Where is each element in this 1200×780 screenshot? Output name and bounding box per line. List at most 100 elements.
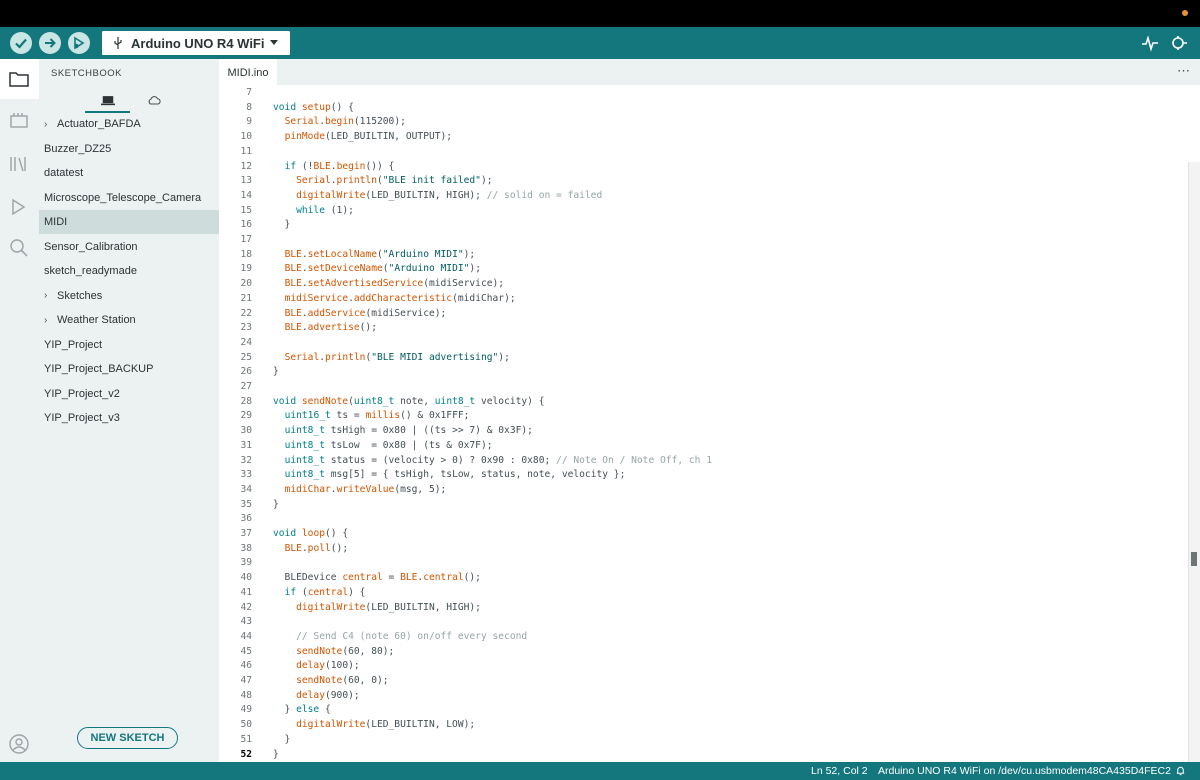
line-number: 14 (240, 189, 252, 201)
sketchbook-tab[interactable] (0, 59, 39, 99)
window-titlebar (0, 0, 1200, 27)
search-icon[interactable] (8, 237, 30, 259)
sidebar-item[interactable]: MIDI (39, 210, 219, 234)
status-bar: Ln 52, Col 2 Arduino UNO R4 WiFi on /dev… (0, 762, 1200, 780)
code-line: 20 BLE.setAdvertisedService(midiService)… (219, 277, 1179, 292)
sidebar-item[interactable]: YIP_Project (39, 333, 219, 357)
code-text: uint8_t tsLow = 0x80 | (ts & 0x7F); (284, 439, 493, 451)
line-number: 46 (240, 660, 252, 672)
sidebar-item[interactable]: › Sketches (39, 284, 219, 308)
sidebar-item[interactable]: YIP_Project_v2 (39, 382, 219, 406)
board-port-status: Arduino UNO R4 WiFi on /dev/cu.usbmodem4… (878, 765, 1171, 777)
code-text: // Send C4 (note 60) on/off every second (296, 630, 528, 642)
line-number: 47 (240, 675, 252, 686)
code-line: 12 if (!BLE.begin()) { (219, 160, 1179, 175)
cloud-sketchbook-tab[interactable] (131, 89, 176, 111)
sidebar-item-label: MIDI (44, 216, 68, 228)
debug-icon (74, 36, 85, 50)
code-text: digitalWrite(LED_BUILTIN, LOW); (296, 719, 476, 731)
code-line: 51 } (219, 733, 1179, 748)
sidebar-item[interactable]: Microscope_Telescope_Camera (39, 186, 219, 210)
code-text: BLEDevice central = BLE.central(); (273, 572, 481, 584)
editor-scrollbar[interactable] (1188, 162, 1200, 762)
local-sketchbook-tab[interactable] (85, 89, 130, 113)
line-number: 52 (240, 748, 252, 760)
more-options-icon[interactable]: ⋯ (1177, 63, 1190, 79)
toolbar: Arduino UNO R4 WiFi (0, 27, 1200, 59)
code-editor[interactable]: 7 8 void setup() {9 Serial.begin(115200); 1… (219, 85, 1200, 762)
upload-button[interactable] (39, 32, 61, 54)
code-line: 7 (219, 86, 1179, 101)
code-line: 48 delay(900); (219, 689, 1179, 704)
sidebar-item-label: Microscope_Telescope_Camera (44, 191, 202, 204)
sidebar-item[interactable]: Sensor_Calibration (39, 235, 219, 259)
code-text: Serial.begin(115200); (284, 116, 406, 128)
code-line: 32 uint8_t status = (velocity > 0) ? 0x9… (219, 454, 1179, 469)
board-selector[interactable]: Arduino UNO R4 WiFi (102, 31, 290, 55)
line-number: 42 (240, 601, 252, 613)
line-number: 34 (240, 483, 252, 495)
code-line: 16 } (219, 218, 1179, 233)
line-number: 18 (240, 248, 252, 260)
board-name: Arduino UNO R4 WiFi (131, 35, 265, 51)
account-icon[interactable] (8, 733, 30, 755)
code-line: 19 BLE.setDeviceName("Arduino MIDI"); (219, 262, 1179, 277)
code-text: void loop() { (273, 528, 349, 539)
code-text: void sendNote(uint8_t note, uint8_t velo… (273, 395, 545, 407)
line-number: 43 (240, 616, 252, 628)
code-text: uint8_t status = (velocity > 0) ? 0x90 :… (284, 454, 712, 466)
usb-icon (114, 37, 122, 49)
sidebar-item[interactable]: › Actuator_BAFDA (39, 112, 219, 136)
line-number: 19 (240, 263, 252, 275)
code-line: 13 Serial.println("BLE init failed"); (219, 174, 1179, 189)
code-line: 38 BLE.poll(); (219, 542, 1179, 557)
chevron-right-icon: › (44, 290, 48, 301)
debug-button[interactable] (68, 32, 90, 54)
sidebar-item-label: YIP_Project_v3 (44, 412, 120, 424)
code-line: 29 uint16_t ts = millis() & 0x1FFF; (219, 409, 1179, 424)
new-sketch-button[interactable]: NEW SKETCH (77, 727, 178, 749)
debug-panel-icon[interactable] (8, 196, 30, 218)
line-number: 8 (246, 101, 252, 113)
sidebar-item[interactable]: YIP_Project_v3 (39, 406, 219, 430)
check-icon (15, 38, 27, 49)
code-line: 37 void loop() { (219, 527, 1179, 542)
sidebar-item[interactable]: Buzzer_DZ25 (39, 137, 219, 161)
tab-midi-ino[interactable]: MIDI.ino (219, 59, 277, 86)
code-text: if (central) { (284, 586, 366, 598)
sidebar-item-label: YIP_Project_BACKUP (44, 363, 154, 375)
sidebar-item[interactable]: sketch_readymade (39, 259, 219, 283)
code-line: 40 BLEDevice central = BLE.central(); (219, 571, 1179, 586)
library-manager-icon[interactable] (8, 153, 30, 175)
line-number: 13 (240, 175, 252, 187)
line-number: 40 (240, 572, 252, 584)
cloud-icon (148, 95, 161, 105)
sidebar-item[interactable]: YIP_Project_BACKUP (39, 357, 219, 381)
code-text: uint16_t ts = millis() & 0x1FFF; (284, 410, 470, 422)
code-text: } (273, 219, 291, 231)
code-line: 31 uint8_t tsLow = 0x80 | (ts & 0x7F); (219, 439, 1179, 454)
sidebar-item[interactable]: datatest (39, 161, 219, 185)
line-number: 39 (240, 557, 252, 569)
code-line: 34 midiChar.writeValue(msg, 5); (219, 483, 1179, 498)
code-line: 14 digitalWrite(LED_BUILTIN, HIGH); // s… (219, 189, 1179, 204)
line-number: 44 (240, 630, 252, 642)
sidebar-item[interactable]: › Weather Station (39, 308, 219, 332)
serial-monitor-icon[interactable] (1170, 34, 1188, 52)
verify-button[interactable] (10, 32, 32, 54)
code-text: BLE.setAdvertisedService(midiService); (284, 278, 505, 290)
code-line: 25 Serial.println("BLE MIDI advertising"… (219, 351, 1179, 366)
boards-manager-icon[interactable] (8, 110, 30, 132)
chevron-right-icon: › (44, 314, 48, 326)
serial-plotter-icon[interactable] (1141, 34, 1159, 52)
code-text: BLE.poll(); (284, 542, 349, 554)
bell-icon[interactable] (1175, 765, 1186, 779)
line-number: 49 (240, 704, 252, 716)
scrollbar-thumb[interactable] (1191, 552, 1197, 566)
code-text: BLE.setLocalName("Arduino MIDI"); (284, 248, 476, 260)
line-number: 11 (240, 145, 252, 157)
code-line: 24 (219, 336, 1179, 351)
line-number: 12 (240, 160, 252, 172)
line-number: 24 (240, 336, 252, 348)
code-text: digitalWrite(LED_BUILTIN, HIGH); (296, 601, 481, 613)
